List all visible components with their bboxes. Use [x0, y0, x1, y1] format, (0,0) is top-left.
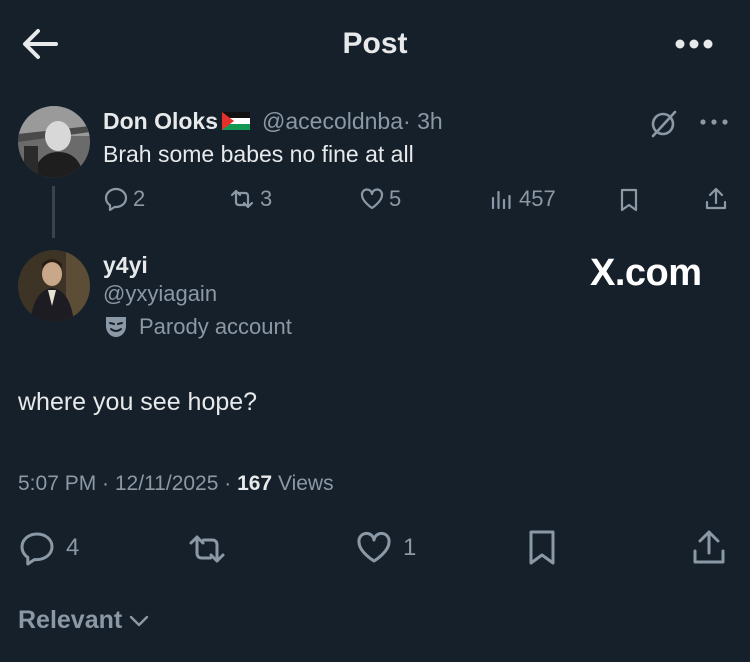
author-handle[interactable]: @yxyiagain: [103, 280, 217, 308]
post-text: where you see hope?: [18, 388, 258, 416]
author-name[interactable]: y4yi: [103, 251, 148, 279]
like-count: 5: [389, 186, 402, 211]
palestine-flag-icon: [222, 112, 251, 130]
analytics-icon: [491, 190, 511, 210]
post-timestamp: 5:07 PM · 12/11/2025 ·: [18, 472, 238, 495]
post-time: · 3h: [403, 108, 443, 134]
parody-label: Parody account: [139, 314, 292, 339]
author-name[interactable]: Don Oloks: [103, 107, 218, 135]
grok-icon[interactable]: [647, 108, 679, 140]
heart-icon: [360, 188, 384, 210]
views-count: 167: [237, 472, 273, 495]
reply-button[interactable]: 2: [103, 186, 145, 212]
view-count: 457: [519, 186, 556, 211]
more-options-icon[interactable]: [698, 114, 730, 130]
reply-count: 2: [133, 186, 146, 211]
repost-button[interactable]: 3: [228, 186, 272, 212]
page-title: Post: [342, 27, 408, 60]
repost-icon[interactable]: [186, 531, 228, 567]
xcom-watermark: X.com: [590, 252, 702, 294]
author-handle[interactable]: @acecoldnba: [262, 107, 403, 135]
views-label: Views: [272, 472, 334, 495]
chevron-down-icon: [130, 615, 149, 626]
share-icon[interactable]: [703, 186, 729, 212]
avatar[interactable]: [18, 250, 90, 322]
quoted-post-text: Brah some babes no fine at all: [103, 141, 414, 167]
sort-dropdown[interactable]: Relevant: [18, 606, 150, 635]
bookmark-icon[interactable]: [617, 187, 641, 213]
reply-count: 4: [66, 534, 80, 561]
sort-label: Relevant: [18, 606, 123, 634]
reply-button[interactable]: 4: [18, 530, 79, 566]
avatar[interactable]: [18, 106, 90, 178]
like-button[interactable]: 5: [359, 186, 401, 212]
repost-count: 3: [260, 186, 273, 211]
share-icon[interactable]: [690, 528, 728, 566]
heart-icon: [357, 531, 391, 563]
post-meta: 5:07 PM · 12/11/2025 · 167 Views: [18, 470, 334, 498]
theater-mask-icon: [106, 317, 126, 337]
thread-connector: [52, 186, 55, 238]
more-options-icon[interactable]: [672, 30, 716, 58]
quoted-author-row: Don Oloks @acecoldnba · 3h: [103, 107, 443, 135]
parody-badge: Parody account: [103, 314, 292, 340]
reply-icon: [104, 187, 128, 212]
views-button[interactable]: 457: [489, 186, 556, 212]
like-count: 1: [403, 534, 417, 561]
repost-icon: [230, 189, 254, 209]
bookmark-icon[interactable]: [525, 529, 559, 567]
reply-icon: [20, 532, 54, 566]
like-button[interactable]: 1: [355, 530, 416, 566]
